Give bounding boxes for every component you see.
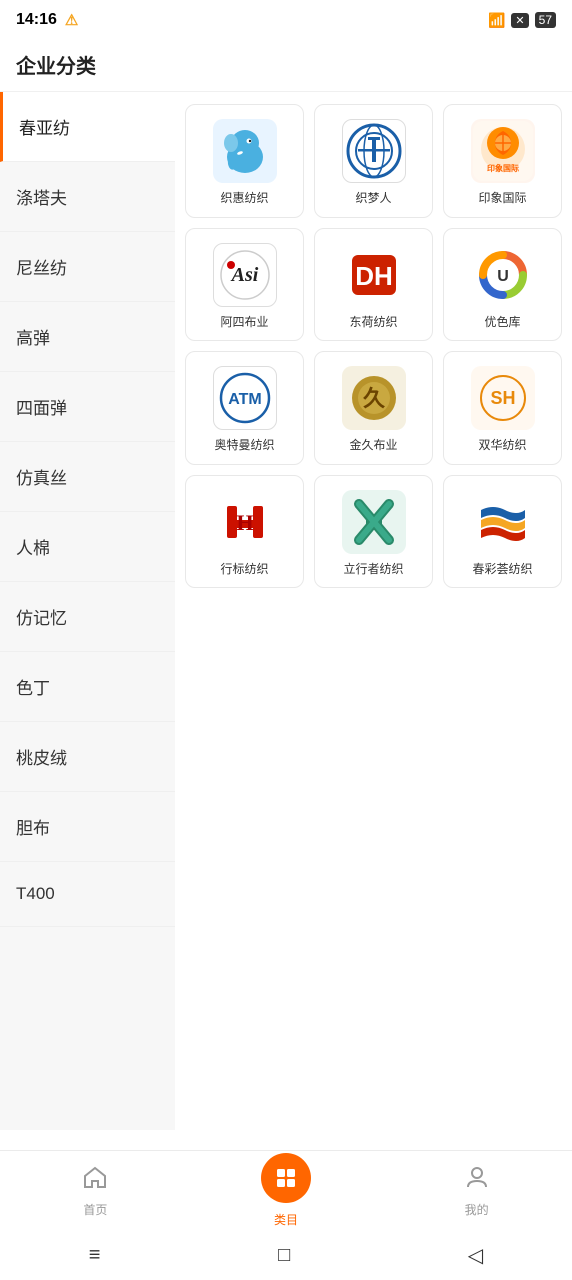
sidebar-item-tutafu[interactable]: 涤塔夫 [0, 162, 175, 232]
product-logo-asi: Asi [213, 243, 277, 307]
page-header: 企业分类 [0, 40, 572, 92]
signal-x-icon: ✕ [511, 13, 528, 28]
product-name-dh: 东荷纺织 [349, 315, 397, 331]
wifi-icon: 📶 [488, 12, 505, 29]
sidebar-item-simiantan[interactable]: 四面弹 [0, 372, 175, 442]
mine-icon [464, 1164, 490, 1197]
nav-label-category: 类目 [274, 1211, 298, 1228]
svg-text:印象国际: 印象国际 [487, 163, 519, 173]
product-logo-youse: U [471, 243, 535, 307]
battery-level: 57 [535, 12, 556, 28]
nav-item-home[interactable]: 首页 [0, 1164, 191, 1218]
nav-item-mine[interactable]: 我的 [381, 1164, 572, 1218]
product-name-youse: 优色库 [484, 315, 520, 331]
product-logo-shuanghua: SH [471, 366, 535, 430]
home-button[interactable]: □ [278, 1244, 290, 1267]
time-display: 14:16 [16, 11, 57, 29]
sidebar-item-fenzhensi[interactable]: 仿真丝 [0, 442, 175, 512]
home-icon [82, 1164, 108, 1197]
menu-button[interactable]: ≡ [89, 1244, 101, 1267]
product-name-shuanghua: 双华纺织 [478, 438, 526, 454]
product-name-zhihui: 织惠纺织 [220, 191, 268, 207]
product-card-atm[interactable]: ATM 奥特曼纺织 [185, 351, 304, 465]
nav-label-mine: 我的 [465, 1201, 489, 1218]
product-name-atm: 奥特曼纺织 [214, 438, 274, 454]
sidebar-item-fenjivi[interactable]: 仿记忆 [0, 582, 175, 652]
sidebar-item-t400[interactable]: T400 [0, 862, 175, 927]
status-right-area: 📶 ✕ 57 [488, 12, 556, 29]
product-logo-chuncai [471, 490, 535, 554]
sidebar-item-seding[interactable]: 色丁 [0, 652, 175, 722]
product-logo-dh: DH [342, 243, 406, 307]
product-card-zhihui[interactable]: 织惠纺织 [185, 104, 304, 218]
bottom-nav: 首页 类目 我的 [0, 1150, 572, 1230]
product-logo-hangbiao: H [213, 490, 277, 554]
nav-label-home: 首页 [83, 1201, 107, 1218]
status-bar: 14:16 ⚠ 📶 ✕ 57 [0, 0, 572, 40]
system-bar: ≡ □ ◁ [0, 1230, 572, 1280]
nav-item-category[interactable]: 类目 [191, 1153, 382, 1228]
svg-text:久: 久 [362, 386, 384, 411]
svg-text:H: H [236, 510, 253, 535]
product-card-jinju[interactable]: 久 金久布业 [314, 351, 433, 465]
product-card-shuanghua[interactable]: SH 双华纺织 [443, 351, 562, 465]
product-name-lixing: 立行者纺织 [343, 562, 403, 578]
product-card-chuncai[interactable]: 春彩荟纺织 [443, 475, 562, 589]
product-logo-lixing [342, 490, 406, 554]
product-name-chuncai: 春彩荟纺织 [472, 562, 532, 578]
product-logo-yinxiang: 印象国际 [471, 119, 535, 183]
product-name-zhimeng: 织梦人 [355, 191, 391, 207]
product-name-asi: 阿四布业 [220, 315, 268, 331]
alert-icon: ⚠ [65, 11, 78, 29]
product-logo-jinju: 久 [342, 366, 406, 430]
product-name-jinju: 金久布业 [349, 438, 397, 454]
page-title: 企业分类 [16, 56, 96, 78]
sidebar-item-chunyafang[interactable]: 春亚纺 [0, 92, 175, 162]
sidebar-item-nisifang[interactable]: 尼丝纺 [0, 232, 175, 302]
svg-text:U: U [497, 268, 509, 285]
main-content: 春亚纺 涤塔夫 尼丝纺 高弹 四面弹 仿真丝 人棉 仿记忆 色丁 桃皮绒 胆布 … [0, 92, 572, 1130]
sidebar: 春亚纺 涤塔夫 尼丝纺 高弹 四面弹 仿真丝 人棉 仿记忆 色丁 桃皮绒 胆布 … [0, 92, 175, 1130]
svg-text:ATM: ATM [228, 391, 261, 408]
product-name-hangbiao: 行标纺织 [220, 562, 268, 578]
sidebar-item-taopirong[interactable]: 桃皮绒 [0, 722, 175, 792]
product-logo-zhimeng [342, 119, 406, 183]
status-time-area: 14:16 ⚠ [16, 11, 78, 29]
product-card-hangbiao[interactable]: H 行标纺织 [185, 475, 304, 589]
product-grid: 织惠纺织 织梦人 [175, 92, 572, 1130]
svg-text:SH: SH [490, 388, 515, 408]
product-card-asi[interactable]: Asi 阿四布业 [185, 228, 304, 342]
sidebar-item-gaodan[interactable]: 高弹 [0, 302, 175, 372]
product-logo-atm: ATM [213, 366, 277, 430]
product-card-yinxiang[interactable]: 印象国际 印象国际 [443, 104, 562, 218]
category-center-button[interactable] [261, 1153, 311, 1203]
product-card-lixing[interactable]: 立行者纺织 [314, 475, 433, 589]
back-button[interactable]: ◁ [468, 1243, 483, 1268]
product-card-dh[interactable]: DH 东荷纺织 [314, 228, 433, 342]
sidebar-item-danbu[interactable]: 胆布 [0, 792, 175, 862]
product-card-zhimeng[interactable]: 织梦人 [314, 104, 433, 218]
product-logo-zhihui [213, 119, 277, 183]
product-name-yinxiang: 印象国际 [478, 191, 526, 207]
svg-text:DH: DH [355, 261, 393, 291]
product-card-youse[interactable]: U 优色库 [443, 228, 562, 342]
sidebar-item-renmian[interactable]: 人棉 [0, 512, 175, 582]
